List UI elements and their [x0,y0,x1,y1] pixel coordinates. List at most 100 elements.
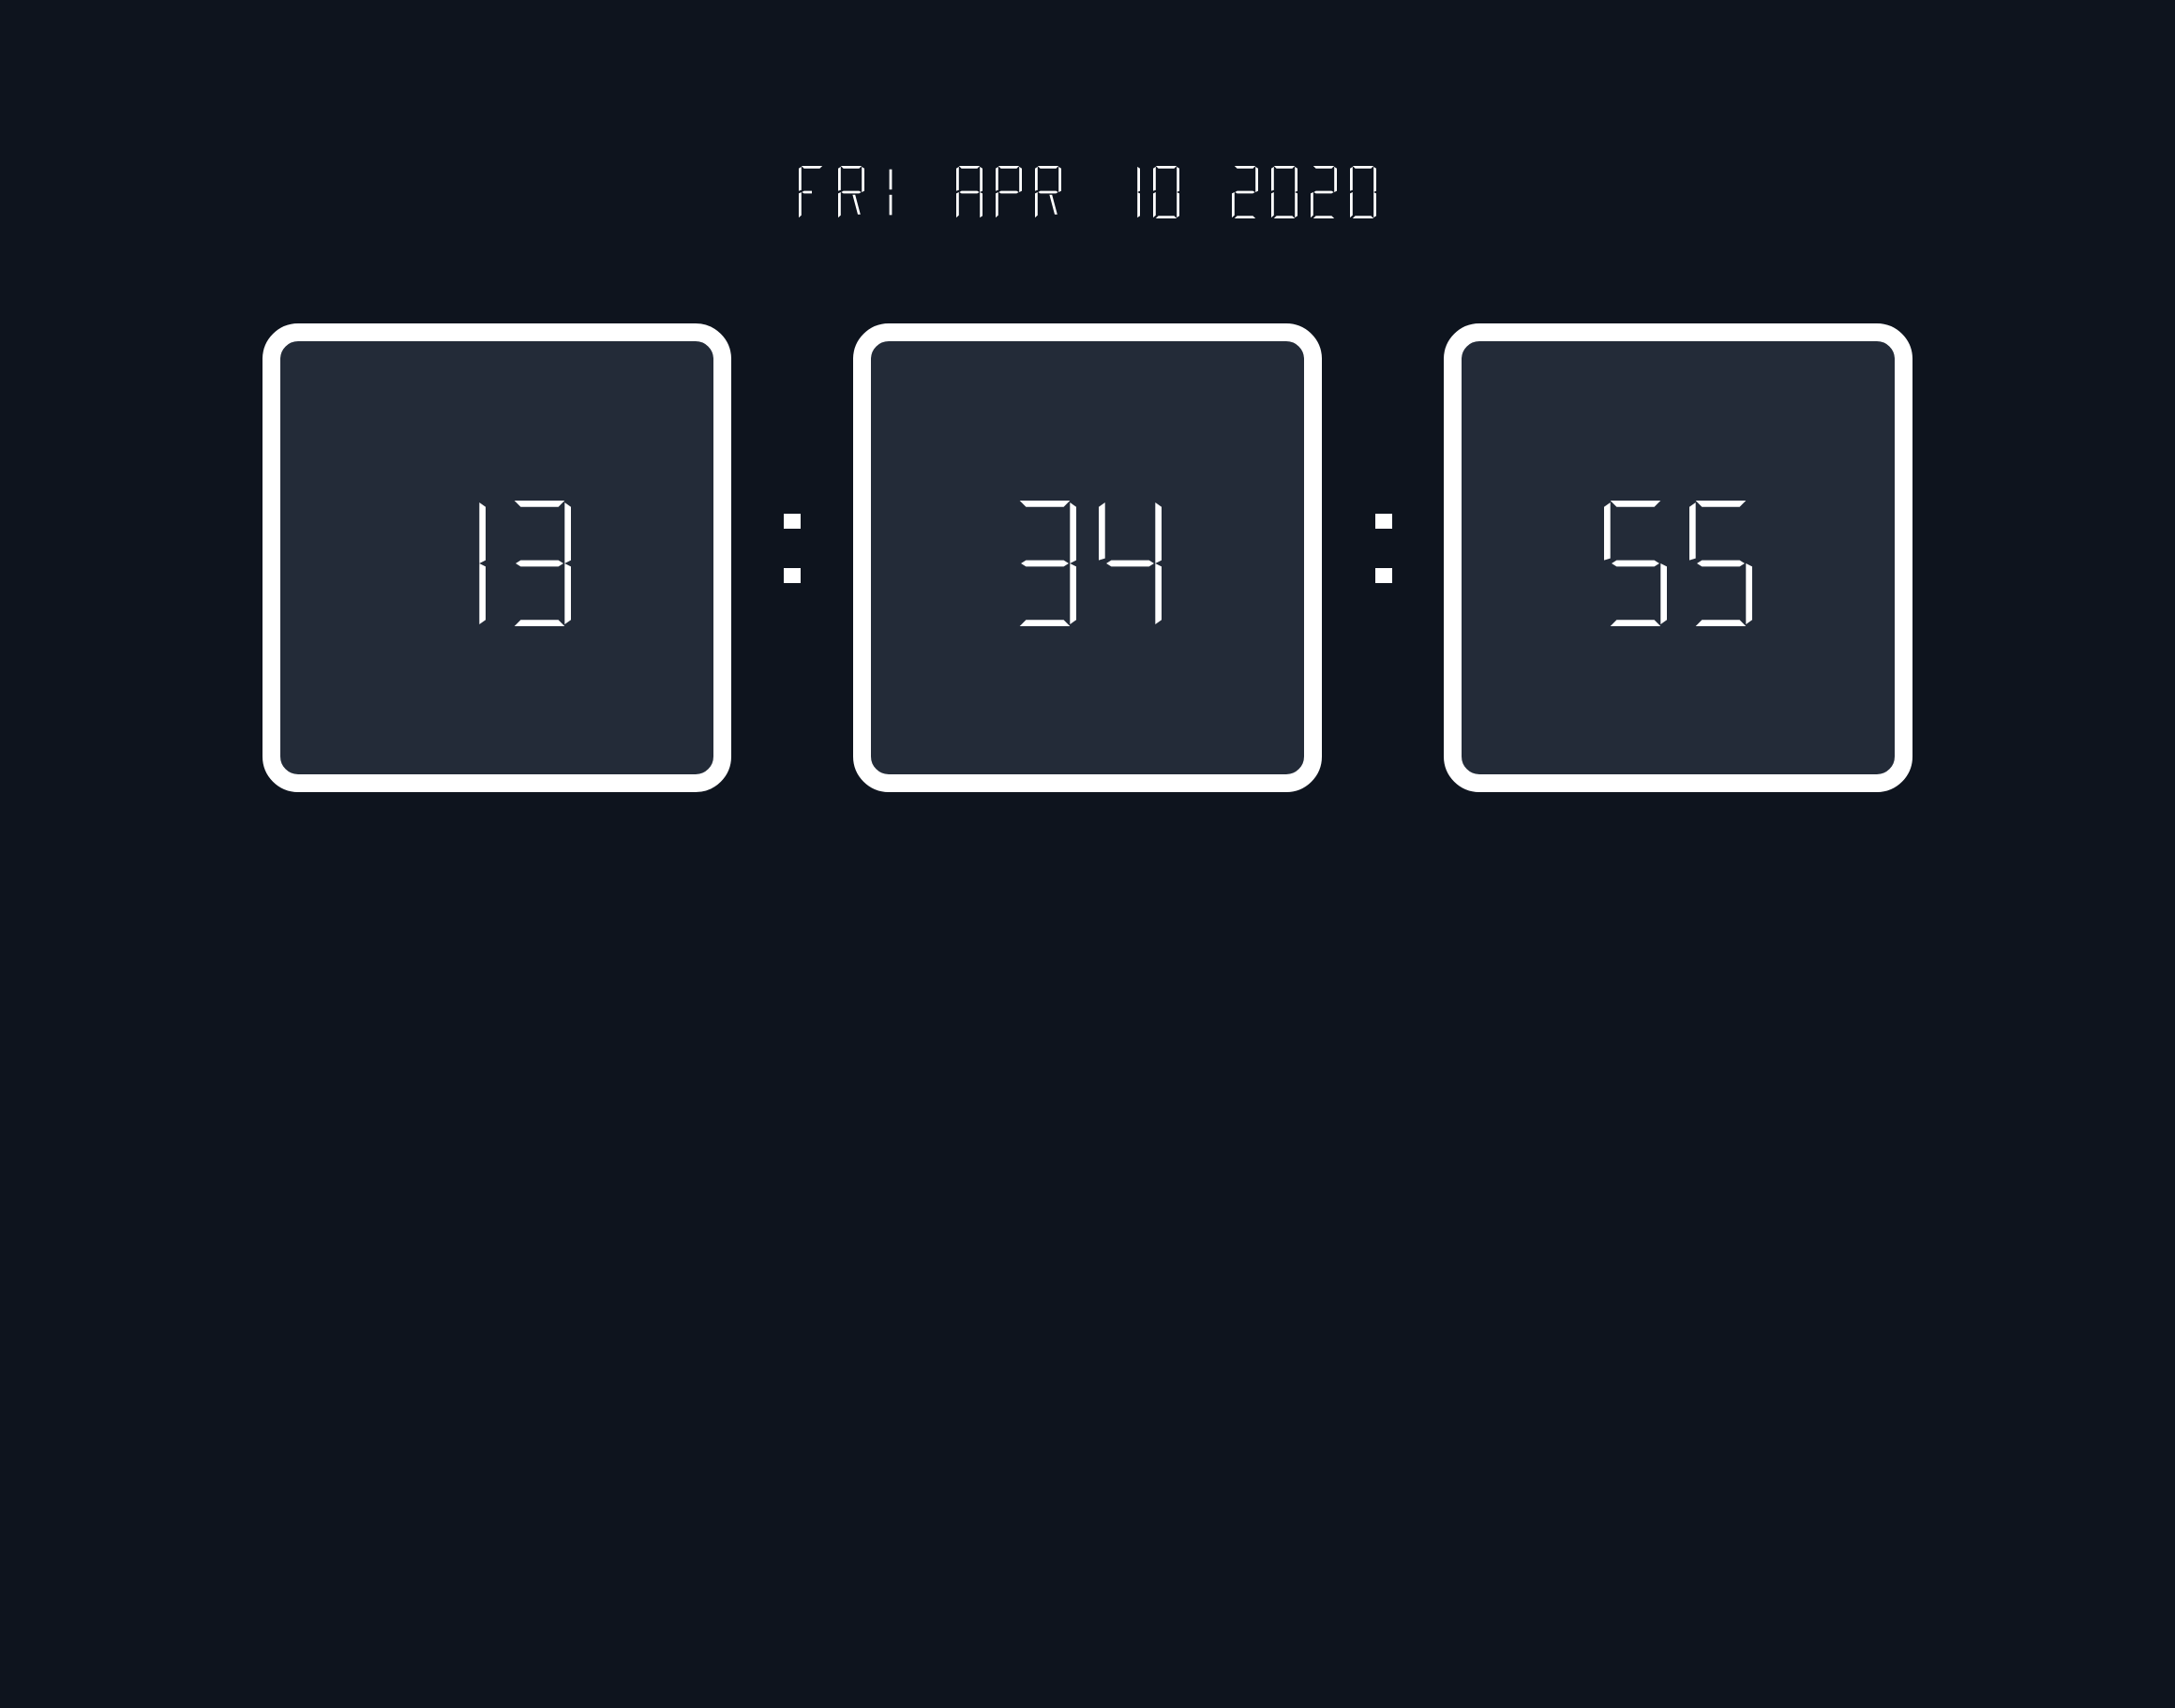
segment [1035,192,1038,218]
segment [1350,192,1353,218]
hours-segments [479,501,571,626]
segment [1038,190,1048,194]
segment [998,190,1009,194]
segment [1130,560,1154,567]
date-char [889,169,892,216]
segment [1153,192,1156,218]
segment [1697,560,1721,567]
segment [1019,166,1022,192]
segment [862,166,864,192]
segment [1610,620,1661,626]
segment [1058,166,1061,192]
segment [969,190,980,194]
hours-char [514,501,571,626]
segment [1137,192,1140,218]
segment [802,190,812,194]
segment [1137,166,1140,192]
segment [1324,190,1334,194]
segment [956,166,959,191]
segment [1035,166,1038,191]
segment [980,166,982,192]
separator-colon: : [784,514,801,583]
segment [1044,560,1069,567]
segment [889,194,892,216]
segment [1273,216,1296,218]
segment [1049,194,1058,215]
seconds-panel: 55 [1444,323,1912,792]
segment [959,190,969,194]
date-char [1271,166,1298,218]
segment [996,166,998,191]
segment [1099,502,1105,561]
segment [1021,560,1045,567]
segment [1177,166,1179,192]
segment [840,166,862,169]
minutes-panel: 34 [853,323,1322,792]
hours-panel: 13 [262,323,731,792]
segment [1155,502,1162,563]
segment [851,190,862,194]
colon-dot [784,514,801,529]
date-char [1232,166,1258,218]
date-char [1350,166,1376,218]
segment [958,166,981,169]
segment [1635,560,1659,567]
segment [1689,502,1696,561]
segment [1720,560,1745,567]
segment [1234,216,1256,218]
segment [1271,192,1274,218]
separator-colon: : [1375,514,1392,583]
segment [1373,192,1376,218]
date-char [1153,166,1179,218]
segment [998,166,1020,169]
segment [1255,166,1258,192]
segment [1048,190,1058,194]
segment [1312,166,1335,169]
segment [1234,166,1256,169]
segment [1695,620,1747,626]
segment [1695,501,1747,507]
segment [516,560,540,567]
date-char [996,166,1022,218]
seconds-char [1689,501,1752,626]
segment [1235,190,1245,194]
colon-dot [784,568,801,583]
segment [1155,216,1178,218]
segment [980,192,982,218]
date-char [1035,166,1061,218]
segment [1245,190,1255,194]
segment [956,192,959,218]
segment [996,192,998,218]
segment [1106,560,1131,567]
segment [799,192,802,218]
segment [1009,190,1019,194]
segment [838,192,841,218]
hours-char [479,502,486,624]
date-char [1311,166,1337,218]
segment [1312,216,1335,218]
segment [889,169,892,190]
seconds-char [1604,501,1667,626]
segment [1604,502,1611,561]
segment [1350,166,1353,191]
date-display: FRI APR 10 2020 [0,165,2175,219]
segment [1352,166,1374,169]
segment [1273,166,1296,169]
segment [1271,166,1274,191]
clock-screen: FRI APR 10 2020 13 : 34 : 55 [0,0,2175,1708]
segment [1177,192,1179,218]
segment [1153,166,1156,191]
minutes-char [1019,501,1076,626]
segment [1612,560,1636,567]
segment [479,563,486,624]
segment [1019,620,1071,626]
segment [1352,216,1374,218]
date-char [1137,166,1140,218]
segment [539,560,563,567]
segment [1037,166,1059,169]
segment [1295,192,1298,218]
segment [1070,563,1076,624]
date-char [799,166,823,218]
segment [1660,563,1667,624]
colon-dot [1375,514,1392,529]
